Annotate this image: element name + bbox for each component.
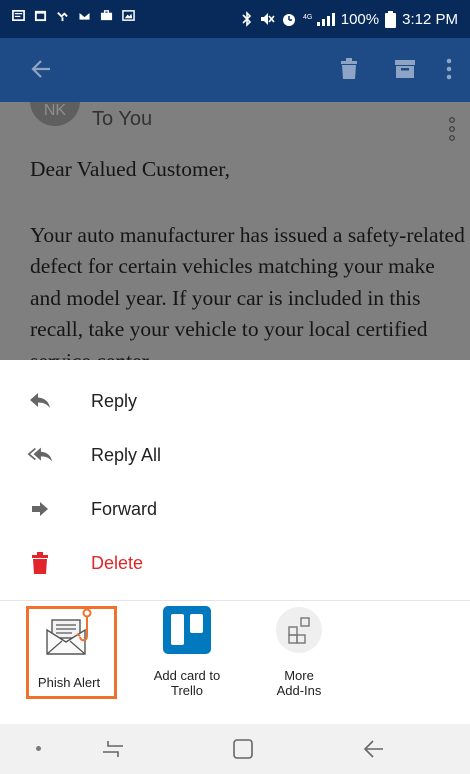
more-addins-label-line2: Add-Ins <box>276 683 322 698</box>
phish-alert-icon <box>46 608 92 655</box>
lte-signal-icon: 4G <box>303 13 335 26</box>
app-bar <box>0 38 470 102</box>
email-paragraph: Your auto manufacturer has issued a safe… <box>30 222 465 361</box>
home-button-icon[interactable] <box>233 739 253 759</box>
addins-divider <box>0 600 470 601</box>
missed-call-icon <box>57 12 68 22</box>
more-addins-label-line1: More <box>284 668 314 683</box>
reply-all-icon <box>27 442 53 468</box>
delete-label: Delete <box>91 552 144 573</box>
trello-label-line1: Add card to <box>153 668 221 683</box>
forward-icon <box>27 496 53 522</box>
svg-text:4G: 4G <box>303 14 312 21</box>
reply-all-label: Reply All <box>91 444 162 465</box>
trello-label-line2: Trello <box>170 683 204 698</box>
trello-addin[interactable]: Add card to Trello <box>137 606 237 698</box>
mute-icon <box>260 13 275 25</box>
gmail-icon <box>78 11 91 21</box>
more-addins[interactable]: More Add-Ins <box>249 606 349 698</box>
phish-alert-addin[interactable]: Phish Alert <box>19 606 119 690</box>
archive-icon[interactable] <box>394 58 416 80</box>
briefcase-icon <box>100 10 113 21</box>
recent-apps-icon[interactable] <box>101 739 125 759</box>
clock: 3:12 PM <box>402 10 458 28</box>
calendar-icon <box>34 10 47 22</box>
bluetooth-icon <box>242 11 251 27</box>
status-bar: 4G 100% 3:12 PM <box>0 0 470 38</box>
battery-percent: 100% <box>340 10 380 28</box>
reply-menu-item[interactable]: Reply <box>0 374 470 428</box>
delete-menu-item[interactable]: Delete <box>0 536 470 590</box>
system-nav-bar <box>0 724 470 774</box>
battery-icon <box>385 10 397 28</box>
notification-icons <box>12 9 135 22</box>
trash-icon[interactable] <box>339 58 359 80</box>
more-vert-icon[interactable] <box>446 58 452 80</box>
sender-avatar: NK <box>30 102 80 126</box>
forward-menu-item[interactable]: Forward <box>0 482 470 536</box>
recipient-line: To You <box>92 108 153 130</box>
message-more-icon[interactable] <box>448 116 456 144</box>
reply-icon <box>27 388 53 414</box>
back-arrow-icon[interactable] <box>30 58 52 80</box>
email-content: NK To You Dear Valued Customer, Your aut… <box>0 102 470 360</box>
reply-all-menu-item[interactable]: Reply All <box>0 428 470 482</box>
delete-icon <box>27 550 53 576</box>
alarm-icon <box>282 14 295 26</box>
status-right: 4G 100% 3:12 PM <box>241 0 458 38</box>
messages-icon <box>12 10 25 21</box>
action-sheet: Reply Reply All Forward Delete Phish Ale… <box>0 360 470 724</box>
more-addins-icon <box>276 607 322 653</box>
image-icon <box>122 10 135 21</box>
phish-alert-label: Phish Alert <box>37 675 101 690</box>
trello-icon <box>163 606 211 654</box>
email-greeting: Dear Valued Customer, <box>30 157 230 181</box>
nav-back-icon[interactable] <box>363 739 385 759</box>
email-body: Dear Valued Customer, Your auto manufact… <box>30 154 470 360</box>
forward-label: Forward <box>91 498 158 519</box>
nav-hide-dot[interactable] <box>36 746 41 751</box>
reply-label: Reply <box>91 390 138 411</box>
